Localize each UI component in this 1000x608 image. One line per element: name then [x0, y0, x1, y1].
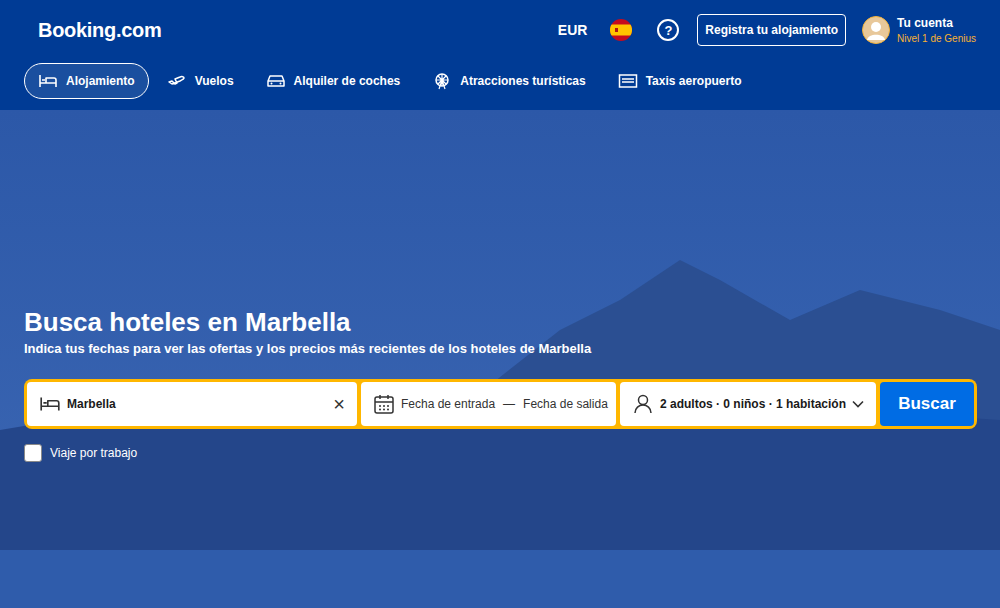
- page: Booking.com EUR ? Registra tu alojamient…: [0, 0, 1000, 608]
- logo[interactable]: Booking.com: [38, 19, 161, 42]
- nav-label: Alojamiento: [66, 74, 135, 88]
- hero: Busca hoteles en Marbella Indica tus fec…: [0, 110, 1000, 608]
- plane-icon: [167, 73, 187, 89]
- nav-bar: Alojamiento Vuelos Alquiler de coches At…: [24, 60, 976, 102]
- chevron-down-icon: [852, 400, 864, 408]
- header: Booking.com EUR ? Registra tu alojamient…: [0, 0, 1000, 110]
- nav-item[interactable]: Vuelos: [153, 63, 248, 99]
- bed-icon: [38, 73, 58, 89]
- dates-field[interactable]: Fecha de entrada — Fecha de salida: [361, 382, 616, 426]
- guests-value: 2 adultos · 0 niños · 1 habitación: [660, 397, 846, 411]
- register-property-button[interactable]: Registra tu alojamiento: [697, 14, 846, 46]
- nav-item[interactable]: Atracciones turísticas: [418, 62, 599, 100]
- avatar-icon: [862, 16, 890, 44]
- calendar-icon: [373, 393, 395, 415]
- clear-button[interactable]: ×: [333, 394, 345, 414]
- nav-label: Alquiler de coches: [294, 74, 401, 88]
- guests-field[interactable]: 2 adultos · 0 niños · 1 habitación: [620, 382, 876, 426]
- business-trip-checkbox[interactable]: Viaje por trabajo: [24, 444, 977, 462]
- checkbox[interactable]: [24, 444, 42, 462]
- checkout-placeholder: Fecha de salida: [523, 397, 608, 411]
- header-actions: EUR ? Registra tu alojamiento Tu cuenta …: [550, 14, 976, 46]
- bed-icon: [39, 395, 61, 413]
- nav-label: Taxis aeropuerto: [646, 74, 742, 88]
- nav-item[interactable]: Alquiler de coches: [252, 63, 415, 99]
- nav-label: Atracciones turísticas: [460, 74, 585, 88]
- person-icon: [632, 393, 654, 415]
- genius-level: Nivel 1 de Genius: [897, 33, 976, 44]
- help-button[interactable]: ?: [657, 19, 679, 41]
- hero-photo: [0, 110, 1000, 608]
- spain-flag-icon[interactable]: [609, 18, 633, 42]
- hero-subtitle: Indica tus fechas para ver las ofertas y…: [24, 340, 977, 358]
- account-name: Tu cuenta: [897, 16, 976, 30]
- top-bar: Booking.com EUR ? Registra tu alojamient…: [24, 0, 976, 60]
- hero-title: Busca hoteles en Marbella: [24, 306, 977, 338]
- search-bar: Marbella × Fecha de entrada — Fecha de s…: [24, 379, 977, 429]
- date-separator: —: [503, 397, 515, 411]
- car-icon: [266, 73, 286, 89]
- nav-item[interactable]: Taxis aeropuerto: [604, 63, 756, 99]
- nav-label: Vuelos: [195, 74, 234, 88]
- destination-value: Marbella: [67, 397, 327, 411]
- checkin-placeholder: Fecha de entrada: [401, 397, 495, 411]
- taxi-icon: [618, 73, 638, 89]
- account-button[interactable]: Tu cuenta Nivel 1 de Genius: [862, 16, 976, 44]
- nav-item[interactable]: Alojamiento: [24, 63, 149, 99]
- destination-field[interactable]: Marbella ×: [27, 382, 357, 426]
- attraction-icon: [432, 72, 452, 90]
- business-trip-label: Viaje por trabajo: [50, 446, 137, 460]
- currency-button[interactable]: EUR: [550, 16, 596, 44]
- hero-content: Busca hoteles en Marbella Indica tus fec…: [0, 110, 1000, 462]
- account-text: Tu cuenta Nivel 1 de Genius: [897, 16, 976, 44]
- search-button[interactable]: Buscar: [880, 382, 974, 426]
